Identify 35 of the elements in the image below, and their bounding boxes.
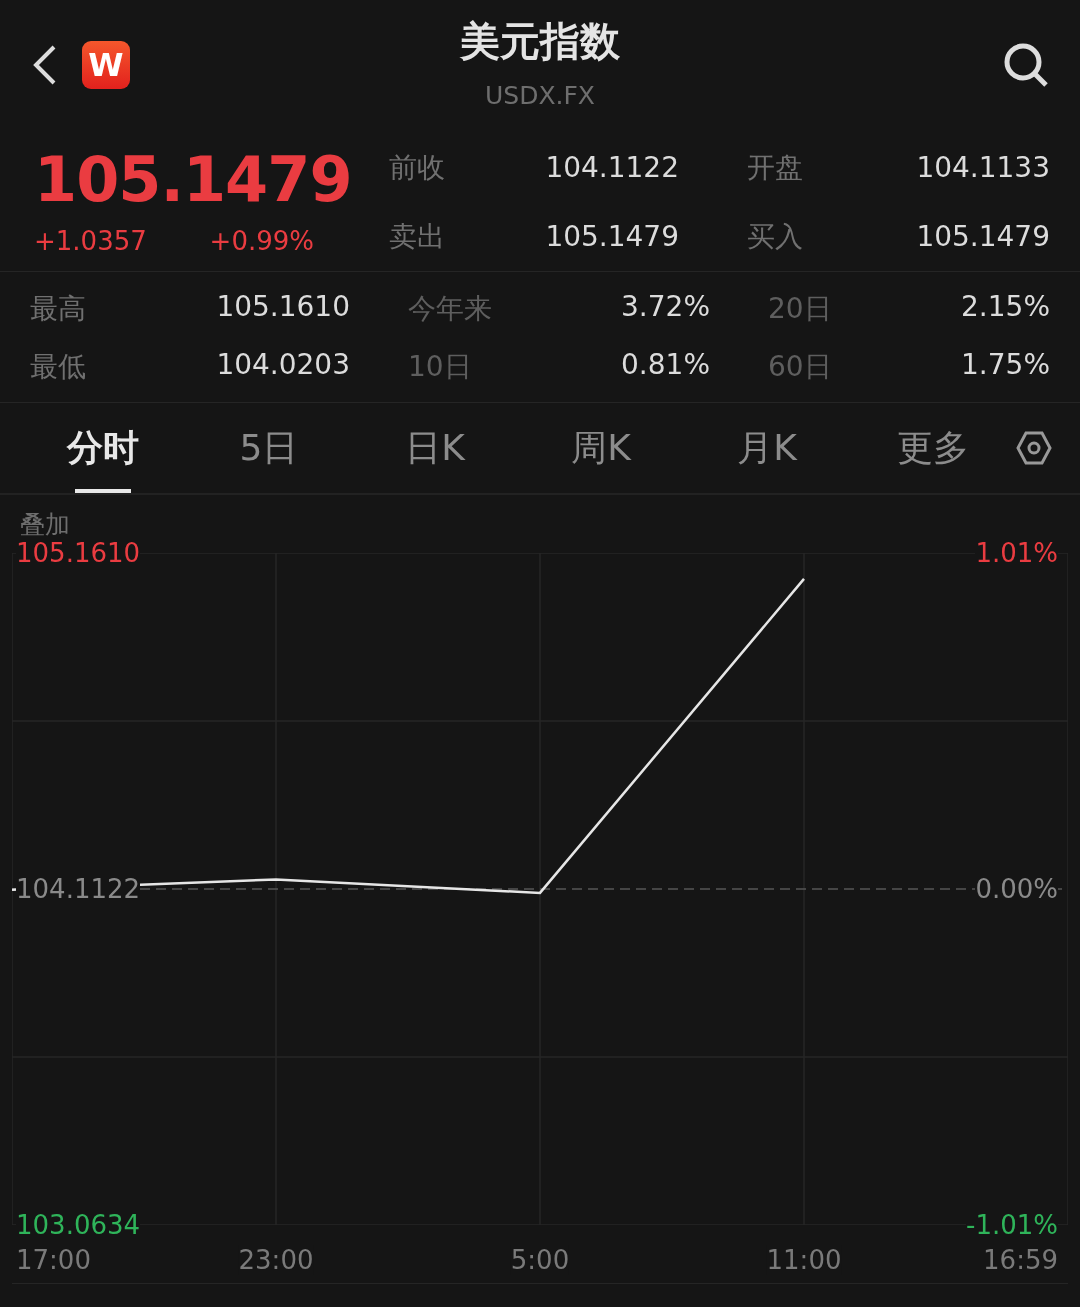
field-value: 105.1479	[915, 220, 1050, 253]
chart-tab[interactable]: 更多	[850, 403, 1016, 493]
stat-label: 最高	[30, 291, 87, 327]
search-icon[interactable]	[1002, 41, 1050, 89]
price-change: +1.0357	[34, 226, 147, 256]
chart-tab[interactable]: 周K	[518, 403, 684, 493]
stat-value: 0.81%	[620, 348, 710, 383]
field-value: 105.1479	[544, 220, 679, 253]
chart-tab[interactable]: 分时	[20, 403, 186, 493]
field-value: 104.1133	[915, 151, 1050, 184]
field-label: 卖出	[389, 218, 446, 255]
percent-change: +0.99%	[209, 226, 314, 256]
field-label: 开盘	[746, 149, 804, 186]
stat-value: 1.75%	[960, 348, 1050, 383]
stat-label: 最低	[30, 349, 87, 385]
app-logo[interactable]: W	[82, 41, 130, 89]
chart-tab[interactable]: 5日	[186, 403, 352, 493]
stat-label: 今年来	[407, 291, 493, 327]
stat-label: 60日	[767, 349, 833, 385]
stat-label: 10日	[407, 349, 473, 385]
field-value: 104.1122	[544, 151, 679, 184]
stat-value: 104.0203	[215, 348, 350, 383]
stat-value: 3.72%	[620, 290, 710, 325]
field-label: 前收	[389, 149, 446, 186]
chart-tab[interactable]: 日K	[352, 403, 518, 493]
page-title: 美元指数	[460, 17, 620, 66]
stat-value: 2.15%	[960, 290, 1050, 325]
current-price: 105.1479	[34, 142, 353, 218]
settings-icon[interactable]	[1016, 430, 1052, 466]
chart-tab[interactable]: 月K	[684, 403, 850, 493]
overlay-label[interactable]: 叠加	[20, 507, 70, 541]
symbol-code: USDX.FX	[485, 81, 595, 110]
stat-value: 105.1610	[215, 290, 350, 325]
field-label: 买入	[746, 218, 804, 255]
stat-label: 20日	[767, 291, 833, 327]
